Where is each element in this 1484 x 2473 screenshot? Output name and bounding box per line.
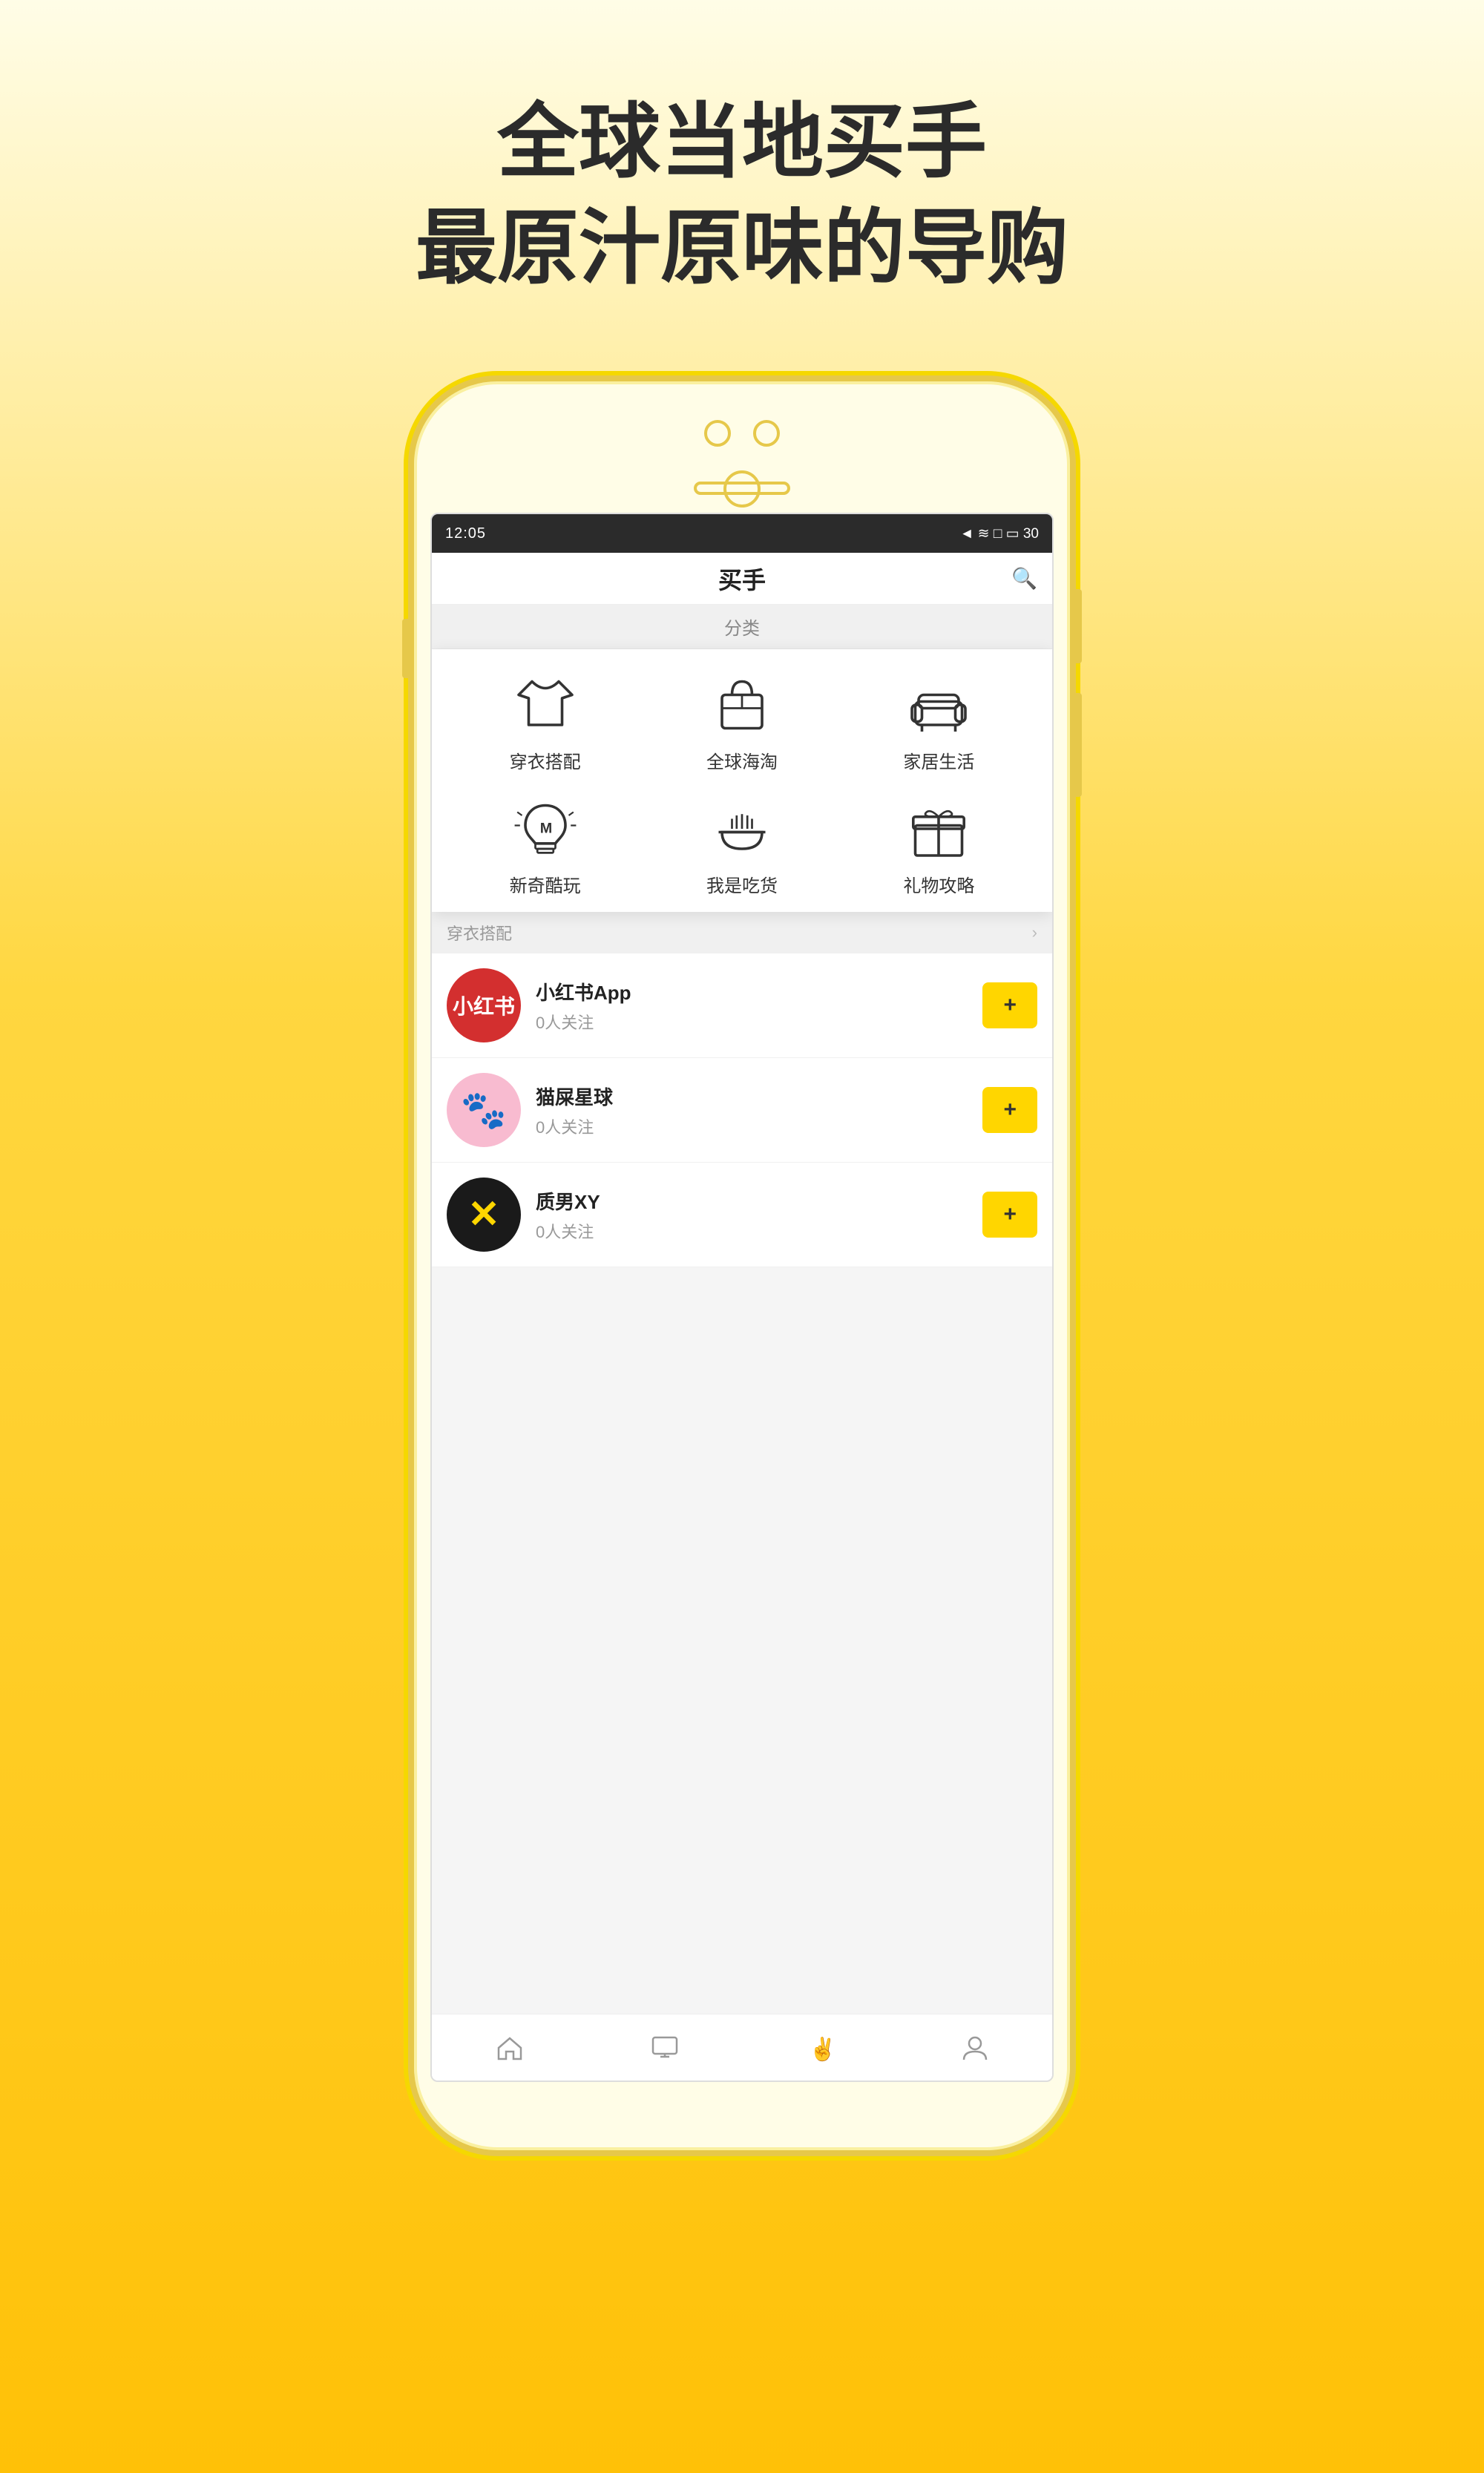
list-section-header[interactable]: 穿衣搭配 ›: [432, 912, 1052, 953]
list-item-info: 质男XY 0人关注: [536, 1187, 968, 1243]
avatar: 🐾: [447, 1073, 521, 1147]
avatar: 小红书: [447, 968, 521, 1042]
status-bar: 12:05 ◄ ≋ □ ▭ 30: [432, 514, 1052, 553]
nav-item-peace[interactable]: ✌: [805, 2033, 835, 2063]
category-item-home[interactable]: 家居生活: [841, 671, 1037, 773]
list-item-info: 小红书App 0人关注: [536, 978, 968, 1034]
list-item: 小红书 小红书App 0人关注 +: [432, 953, 1052, 1058]
list-section-label: 穿衣搭配: [447, 921, 512, 945]
headline-line1: 全球当地买手: [416, 89, 1068, 195]
side-button-left: [402, 619, 413, 678]
list-item-followers: 0人关注: [536, 1219, 968, 1243]
list-item-followers: 0人关注: [536, 1114, 968, 1138]
avatar: ✕: [447, 1178, 521, 1252]
list-area: 小红书 小红书App 0人关注 + 🐾 猫屎星球 0人关注 +: [432, 953, 1052, 1267]
list-item: 🐾 猫屎星球 0人关注 +: [432, 1058, 1052, 1163]
phone-screen: 12:05 ◄ ≋ □ ▭ 30 买手 🔍 分类 穿衣搭配: [430, 513, 1054, 2082]
app-bar-title: 买手: [718, 562, 766, 596]
bulb-icon: M: [512, 795, 579, 862]
home-icon: [495, 2033, 525, 2063]
headline-line2: 最原汁原味的导购: [416, 195, 1068, 301]
bowl-icon: [709, 795, 775, 862]
status-icons: ◄ ≋ □ ▭ 30: [960, 525, 1039, 542]
category-item-cool[interactable]: M 新奇酷玩: [447, 795, 643, 897]
category-grid-popup: 穿衣搭配 全球海淘: [432, 649, 1052, 912]
search-icon[interactable]: 🔍: [1011, 566, 1037, 591]
follow-button[interactable]: +: [982, 1087, 1037, 1133]
camera-dot2: [753, 420, 780, 447]
side-button-right2: [1071, 693, 1082, 797]
list-item-info: 猫屎星球 0人关注: [536, 1083, 968, 1138]
headline-section: 全球当地买手 最原汁原味的导购: [416, 89, 1068, 301]
category-item-global[interactable]: 全球海淘: [643, 671, 840, 773]
svg-text:✌: ✌: [809, 2035, 835, 2063]
svg-text:M: M: [539, 820, 551, 836]
nav-item-home[interactable]: [495, 2033, 525, 2063]
phone-top-bar: [704, 420, 780, 447]
category-label-cool: 新奇酷玩: [510, 871, 581, 897]
nav-item-monitor[interactable]: [650, 2033, 680, 2063]
shirt-icon: [512, 671, 579, 738]
category-label-global: 全球海淘: [706, 747, 778, 773]
monitor-icon: [650, 2033, 680, 2063]
bottom-navigation: ✌: [432, 2014, 1052, 2080]
sofa-icon: [905, 671, 972, 738]
follow-button[interactable]: +: [982, 1192, 1037, 1238]
status-time: 12:05: [445, 525, 486, 542]
phone-mockup: 12:05 ◄ ≋ □ ▭ 30 买手 🔍 分类 穿衣搭配: [408, 375, 1076, 2156]
bag-icon: [709, 671, 775, 738]
category-item-food[interactable]: 我是吃货: [643, 795, 840, 897]
gift-icon: [905, 795, 972, 862]
category-label-food: 我是吃货: [706, 871, 778, 897]
category-section-label: 分类: [432, 605, 1052, 649]
category-grid: 穿衣搭配 全球海淘: [447, 671, 1037, 897]
nav-item-profile[interactable]: [960, 2033, 990, 2063]
category-label-gift: 礼物攻略: [903, 871, 974, 897]
category-label-home: 家居生活: [903, 747, 974, 773]
camera-dot: [704, 420, 731, 447]
category-label-fashion: 穿衣搭配: [510, 747, 581, 773]
peace-icon: ✌: [805, 2033, 835, 2063]
side-button-right1: [1071, 589, 1082, 663]
list-item-followers: 0人关注: [536, 1010, 968, 1034]
list-item-name: 质男XY: [536, 1187, 968, 1215]
list-item-name: 猫屎星球: [536, 1083, 968, 1110]
list-item: ✕ 质男XY 0人关注 +: [432, 1163, 1052, 1267]
speaker-slot: [694, 482, 790, 495]
category-item-fashion[interactable]: 穿衣搭配: [447, 671, 643, 773]
app-bar: 买手 🔍: [432, 553, 1052, 605]
list-item-name: 小红书App: [536, 978, 968, 1005]
profile-icon: [960, 2033, 990, 2063]
category-item-gift[interactable]: 礼物攻略: [841, 795, 1037, 897]
follow-button[interactable]: +: [982, 982, 1037, 1028]
chevron-right-icon: ›: [1032, 923, 1037, 942]
